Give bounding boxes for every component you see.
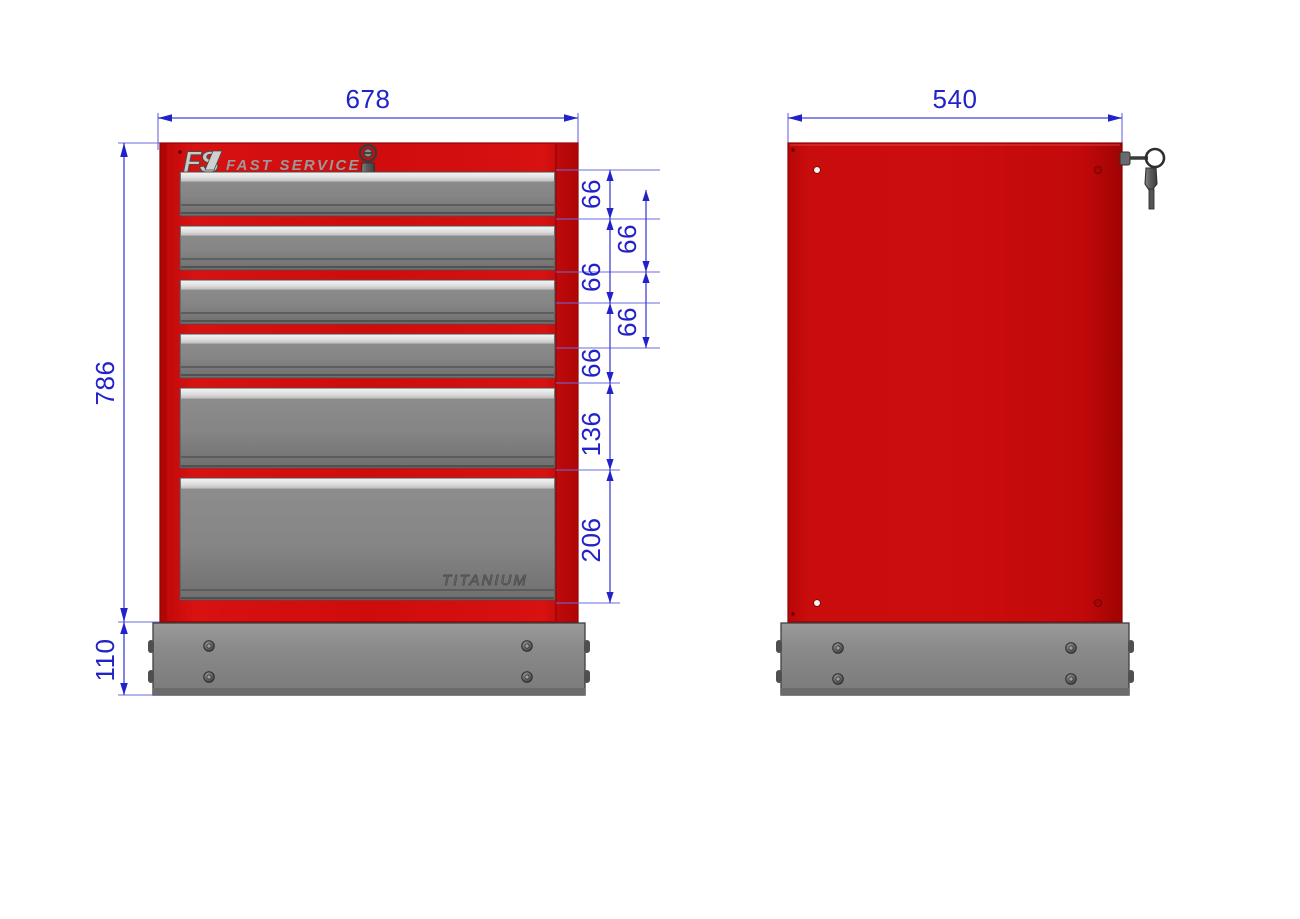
dimension-label-66-5: 66 <box>576 348 606 378</box>
technical-drawing-svg: 678 786 110 FS FAST SERVICE TITANIUM 66 … <box>0 0 1300 919</box>
dimension-label-66-3: 66 <box>576 262 606 292</box>
dimension-label-height-786: 786 <box>90 361 120 406</box>
dimension-label-66-4: 66 <box>612 307 642 337</box>
drawer-row[interactable] <box>179 387 556 469</box>
drawer-row[interactable] <box>179 333 556 379</box>
side-key-head-icon <box>1144 167 1158 191</box>
drawer-row[interactable] <box>179 279 556 325</box>
cabinet-edge-left <box>160 143 167 622</box>
side-top-screw-dot <box>791 148 795 152</box>
cabinet-body-side <box>787 142 1123 623</box>
dimension-label-66-1: 66 <box>576 179 606 209</box>
plinth-bolt <box>203 671 215 683</box>
plinth-bolt <box>1065 673 1077 685</box>
side-lock-cylinder-icon <box>1119 151 1131 166</box>
plinth-bolt <box>521 640 533 652</box>
logo-text-fast-service: FAST SERVICE <box>226 157 361 174</box>
plinth-tab-left-top <box>148 640 154 653</box>
dimension-label-depth-540: 540 <box>933 84 978 114</box>
plinth-bolt <box>203 640 215 652</box>
dimension-label-136: 136 <box>576 412 606 457</box>
side-panel-hole-top-right <box>1094 166 1102 174</box>
plinth-tab-right-bottom <box>584 670 590 683</box>
plinth-body-side <box>780 622 1130 696</box>
plinth-side <box>776 622 1134 696</box>
dimension-label-width-678: 678 <box>346 84 391 114</box>
plinth-bolt <box>1065 642 1077 654</box>
side-key-blade-icon <box>1148 188 1155 210</box>
plinth-tab-right-top <box>584 640 590 653</box>
dimension-label-66-2: 66 <box>612 224 642 254</box>
drawer-row[interactable] <box>179 171 556 217</box>
side-panel-hole-bottom-left <box>813 599 821 607</box>
side-panel-hole-top-left <box>813 166 821 174</box>
side-bottom-screw-dot <box>791 612 795 616</box>
cabinet-top-screw-dot <box>178 150 182 154</box>
plinth-tab-side-left-top <box>776 640 782 653</box>
side-panel-hole-bottom-right <box>1094 599 1102 607</box>
plinth-shadow-side <box>781 688 1129 695</box>
plinth-front <box>148 622 590 696</box>
side-view: 540 <box>776 84 1166 696</box>
plinth-shadow-front <box>153 688 585 695</box>
drawer-row[interactable] <box>179 225 556 271</box>
plinth-tab-side-right-top <box>1128 640 1134 653</box>
plinth-bolt <box>832 642 844 654</box>
plinth-body-front <box>152 622 586 696</box>
drawing-canvas: 678 786 110 FS FAST SERVICE TITANIUM 66 … <box>0 0 1300 919</box>
drawer-row[interactable]: TITANIUM <box>179 477 556 601</box>
model-badge-titanium: TITANIUM <box>442 572 528 589</box>
plinth-tab-side-right-bottom <box>1128 670 1134 683</box>
plinth-tab-left-bottom <box>148 670 154 683</box>
dimension-label-plinth-110: 110 <box>90 639 120 682</box>
plinth-tab-side-left-bottom <box>776 670 782 683</box>
plinth-bolt <box>832 673 844 685</box>
front-view: 678 786 110 FS FAST SERVICE TITANIUM 66 … <box>90 84 660 696</box>
plinth-bolt <box>521 671 533 683</box>
dimension-label-206: 206 <box>576 518 606 563</box>
